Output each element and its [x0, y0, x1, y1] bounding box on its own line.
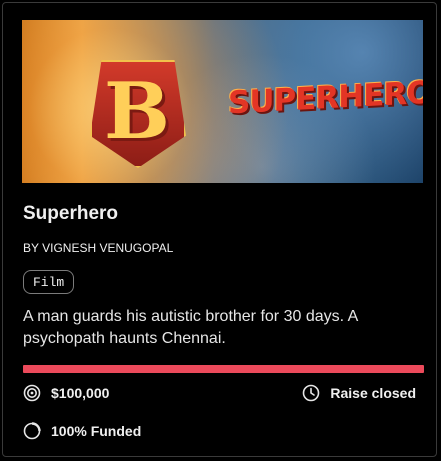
raise-status: Raise closed [302, 384, 416, 402]
funding-goal: $100,000 [23, 384, 109, 402]
project-banner-image[interactable]: B SUPERHERO [22, 20, 423, 183]
project-byline: BY VIGNESH VENUGOPAL [23, 241, 174, 255]
raise-status-text: Raise closed [330, 385, 416, 401]
funded-percentage-text: 100% Funded [51, 423, 142, 439]
target-icon [23, 384, 41, 402]
funded-percentage: 100% Funded [23, 422, 141, 440]
banner-emblem-letter: B [104, 66, 170, 157]
funding-goal-value: $100,000 [51, 385, 110, 401]
project-title[interactable]: Superhero [23, 203, 118, 225]
project-card[interactable]: B SUPERHERO Superhero BY VIGNESH VENUGOP… [2, 2, 437, 457]
clock-icon [303, 384, 320, 402]
progress-ring-icon [23, 422, 41, 440]
funding-progress-bar [23, 365, 424, 373]
category-tag[interactable]: Film [23, 270, 75, 294]
funding-progress-fill [23, 365, 424, 373]
project-description: A man guards his autistic brother for 30… [23, 308, 358, 347]
